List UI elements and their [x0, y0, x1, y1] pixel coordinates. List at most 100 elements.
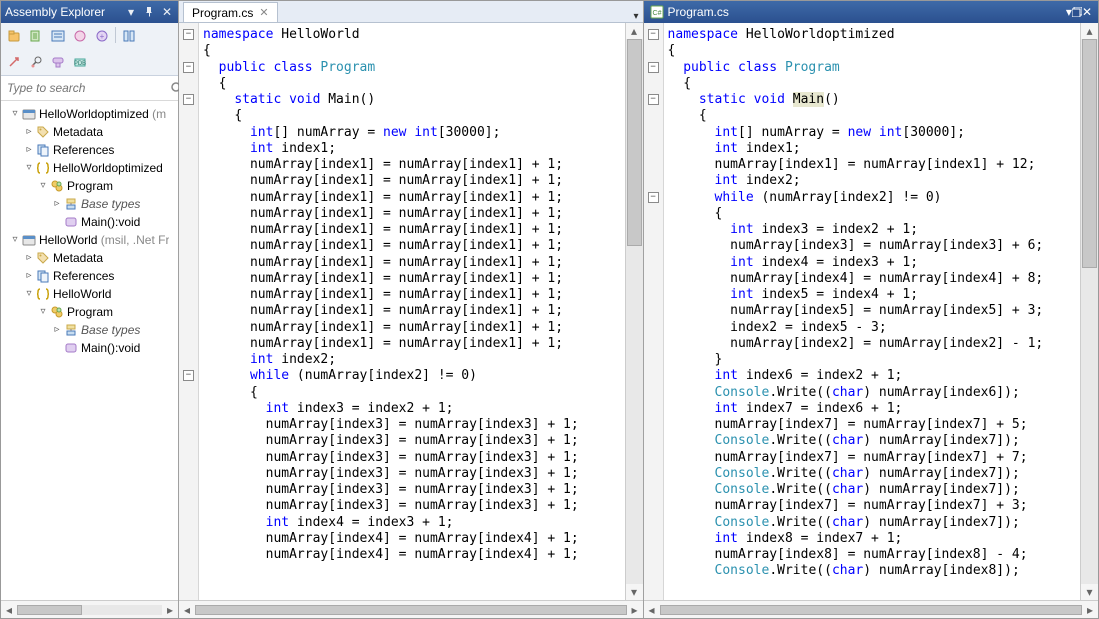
toolbar-btn-9[interactable] [49, 53, 67, 71]
tab-program-cs-left[interactable]: Program.cs ✕ [183, 2, 278, 22]
tree-node[interactable]: ▹Metadata [1, 249, 178, 267]
expand-toggle-icon[interactable]: ▹ [23, 267, 35, 285]
expand-toggle-icon[interactable]: ▹ [23, 141, 35, 159]
svg-text:PDB: PDB [74, 61, 86, 67]
expand-toggle-icon[interactable]: ▿ [23, 285, 35, 303]
svg-text:+: + [100, 32, 105, 41]
code-wrap-left: − − − − namespace HelloWorld { public class… [179, 23, 643, 600]
asm-icon [21, 107, 37, 121]
expand-toggle-icon[interactable]: ▿ [9, 231, 21, 249]
explorer-hscroll[interactable]: ◂ ▸ [1, 600, 178, 618]
scroll-left-icon[interactable]: ◂ [644, 603, 660, 617]
tree-node[interactable]: ▹Metadata [1, 123, 178, 141]
code-area-left[interactable]: namespace HelloWorld { public class Prog… [199, 23, 625, 600]
toolbar-btn-2[interactable] [27, 27, 45, 45]
toolbar-btn-1[interactable] [5, 27, 23, 45]
scroll-up-icon[interactable]: ▴ [626, 23, 643, 39]
dropdown-icon[interactable]: ▾ [124, 5, 138, 19]
csharp-file-icon: C# [650, 5, 664, 19]
scroll-thumb[interactable] [17, 605, 82, 615]
tree-node[interactable]: ▿HelloWorld (msil, .Net Fr [1, 231, 178, 249]
search-input[interactable] [5, 80, 166, 96]
ref-icon [35, 269, 51, 283]
tree-label: References [53, 141, 114, 159]
tag-icon [35, 251, 51, 265]
mth-icon [63, 215, 79, 229]
expand-toggle-icon[interactable]: ▹ [23, 123, 35, 141]
code-area-right[interactable]: namespace HelloWorldoptimized { public c… [664, 23, 1080, 600]
fold-toggle-icon[interactable]: − [648, 29, 659, 40]
scroll-right-icon[interactable]: ▸ [627, 603, 643, 617]
hscroll-thumb[interactable] [660, 605, 1082, 615]
toolbar-sep [115, 27, 116, 43]
expand-toggle-icon[interactable]: ▿ [9, 105, 21, 123]
pin-icon[interactable] [142, 5, 156, 19]
gutter-right[interactable]: − − − − [644, 23, 664, 600]
tree-label: Main():void [81, 339, 140, 357]
tree-node[interactable]: ▿HelloWorldoptimized (m [1, 105, 178, 123]
editor-right-header: C# Program.cs ▾ ✕ [644, 1, 1098, 23]
tree-node[interactable]: ▿HelloWorldoptimized [1, 159, 178, 177]
toolbar-btn-8[interactable] [27, 53, 45, 71]
scroll-left-icon[interactable]: ◂ [179, 603, 195, 617]
toolbar-btn-4[interactable] [71, 27, 89, 45]
scroll-down-icon[interactable]: ▾ [1081, 584, 1098, 600]
vscroll-thumb[interactable] [1082, 39, 1097, 268]
toolbar-btn-5[interactable]: + [93, 27, 111, 45]
tree-node[interactable]: ▹Main():void [1, 213, 178, 231]
tree-label: Base types [81, 321, 140, 339]
gutter-left[interactable]: − − − − [179, 23, 199, 600]
window-close-icon[interactable]: ✕ [1082, 5, 1092, 19]
fold-toggle-icon[interactable]: − [648, 94, 659, 105]
scroll-track[interactable] [17, 605, 162, 615]
fold-toggle-icon[interactable]: − [183, 29, 194, 40]
tab-overflow-icon[interactable]: ▾ [630, 11, 643, 22]
tree-node[interactable]: ▹References [1, 267, 178, 285]
toolbar-btn-3[interactable] [49, 27, 67, 45]
toolbar-btn-7[interactable] [5, 53, 23, 71]
vscroll-thumb[interactable] [627, 39, 642, 246]
toolbar-btn-6[interactable] [120, 27, 138, 45]
fold-toggle-icon[interactable]: − [183, 94, 194, 105]
tree-label: Program [67, 177, 113, 195]
scroll-up-icon[interactable]: ▴ [1081, 23, 1098, 39]
expand-toggle-icon[interactable]: ▹ [51, 321, 63, 339]
fold-toggle-icon[interactable]: − [183, 62, 194, 73]
panel-title: Assembly Explorer [5, 5, 120, 19]
fold-toggle-icon[interactable]: − [648, 62, 659, 73]
scroll-down-icon[interactable]: ▾ [626, 584, 643, 600]
fold-toggle-icon[interactable]: − [648, 192, 659, 203]
assembly-tree[interactable]: ▿HelloWorldoptimized (m▹Metadata▹Referen… [1, 101, 178, 600]
hscroll-thumb[interactable] [195, 605, 627, 615]
scroll-right-icon[interactable]: ▸ [162, 603, 178, 617]
fold-toggle-icon[interactable]: − [183, 370, 194, 381]
expand-toggle-icon[interactable]: ▿ [37, 177, 49, 195]
tree-node[interactable]: ▿ Program [1, 177, 178, 195]
tree-node[interactable]: ▹ References [1, 141, 178, 159]
expand-toggle-icon[interactable]: ▹ [23, 249, 35, 267]
tree-label: HelloWorld [53, 285, 111, 303]
expand-toggle-icon[interactable]: ▿ [37, 303, 49, 321]
toolbar-btn-10[interactable]: PDB [71, 53, 89, 71]
ide-root: Assembly Explorer ▾ ✕ + PDB [0, 0, 1099, 619]
scroll-left-icon[interactable]: ◂ [1, 603, 17, 617]
ns-icon [35, 287, 51, 301]
hscroll-left[interactable]: ◂ ▸ [179, 600, 643, 618]
tab-close-icon[interactable]: ✕ [259, 6, 268, 19]
tree-node[interactable]: ▹ Base types [1, 321, 178, 339]
window-restore-icon[interactable] [1072, 7, 1082, 17]
editor-right-title: Program.cs [668, 5, 1066, 19]
close-panel-icon[interactable]: ✕ [160, 5, 174, 19]
code-wrap-right: − − − − namespace HelloWorldoptimized { pub… [644, 23, 1098, 600]
tree-node[interactable]: ▿Program [1, 303, 178, 321]
expand-toggle-icon[interactable]: ▿ [23, 159, 35, 177]
expand-toggle-icon[interactable]: ▹ [51, 195, 63, 213]
tree-node[interactable]: ▿ HelloWorld [1, 285, 178, 303]
tree-node[interactable]: ▹ Base types [1, 195, 178, 213]
bt-icon [63, 197, 79, 211]
hscroll-right[interactable]: ◂ ▸ [644, 600, 1098, 618]
vscroll-right[interactable]: ▴ ▾ [1080, 23, 1098, 600]
tree-label: Base types [81, 195, 140, 213]
tree-node[interactable]: ▹Main():void [1, 339, 178, 357]
vscroll-left[interactable]: ▴ ▾ [625, 23, 643, 600]
